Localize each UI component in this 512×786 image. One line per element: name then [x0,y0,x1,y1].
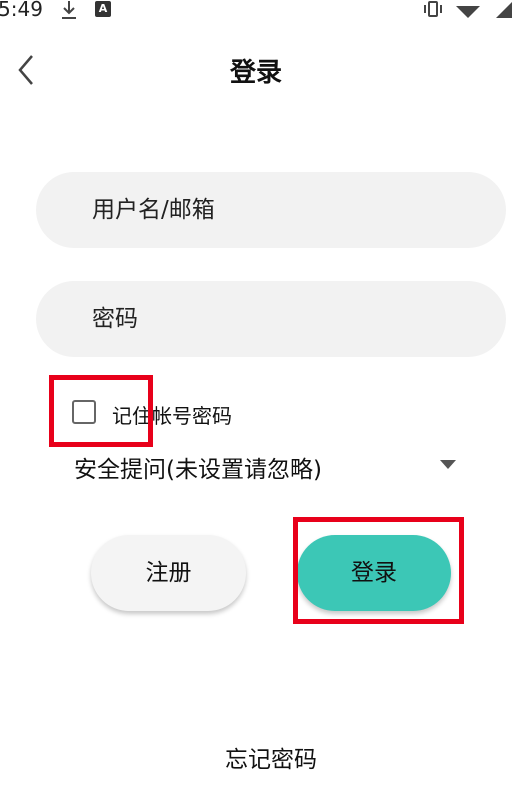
vibrate-icon [424,1,442,17]
status-right-icons [422,0,512,20]
a-notification-icon: A [95,1,111,17]
dropdown-arrow-icon [440,460,456,469]
forgot-password-link[interactable]: 忘记密码 [0,740,512,774]
username-field[interactable] [36,172,506,248]
status-time: 5:49 [0,0,43,21]
password-field[interactable] [36,281,506,357]
security-question-value: 安全提问(未设置请忽略) [74,457,322,483]
app-bar: 登录 [0,40,512,100]
status-bar: 5:49 A [0,0,512,22]
username-input[interactable] [92,172,482,248]
cellular-icon [496,2,512,18]
password-input[interactable] [92,281,482,357]
remember-label: 记住帐号密码 [112,404,232,428]
login-button[interactable]: 登录 [297,535,451,611]
remember-row: 记住帐号密码 [72,398,372,428]
page-title: 登录 [229,58,282,88]
remember-checkbox[interactable] [72,400,96,424]
register-button[interactable]: 注册 [91,535,246,611]
security-question-select[interactable]: 安全提问(未设置请忽略) [74,448,464,483]
wifi-icon [456,6,480,18]
download-icon [60,0,78,20]
